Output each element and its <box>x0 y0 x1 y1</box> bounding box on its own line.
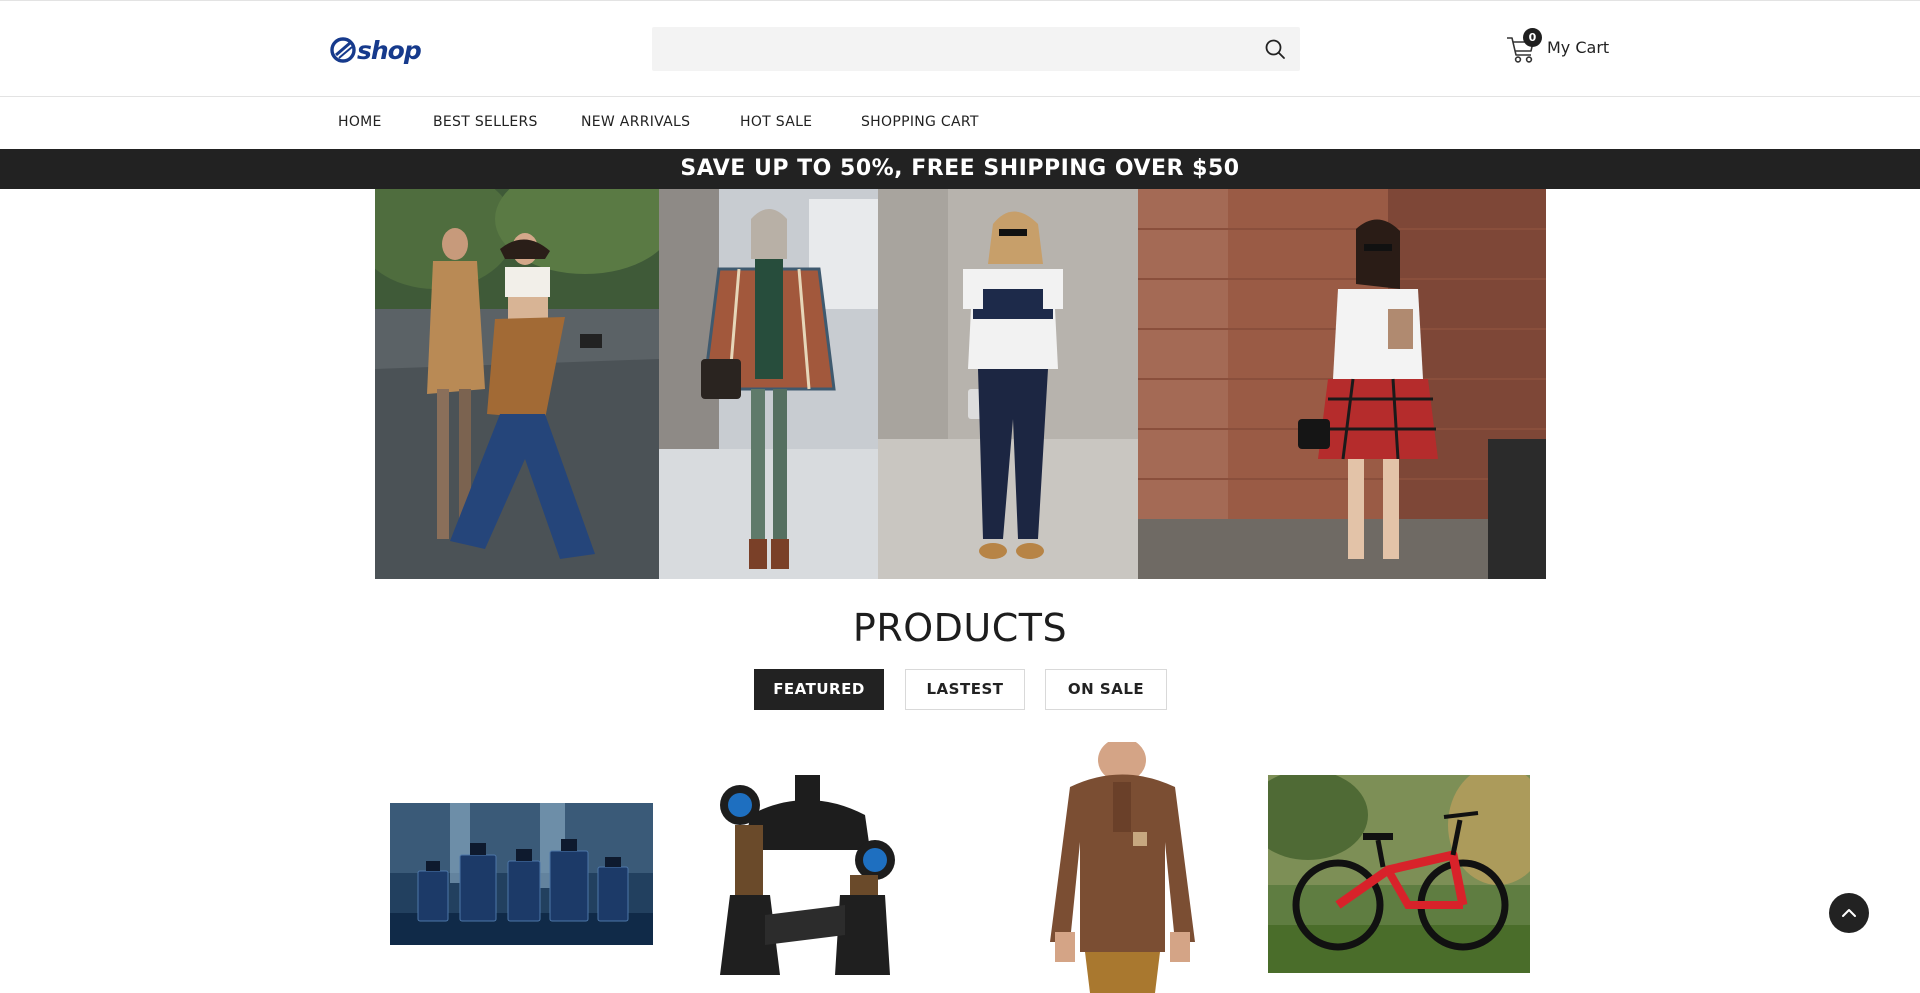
nav-item-home[interactable]: HOME <box>338 114 382 130</box>
product-image-perfume[interactable] <box>390 803 653 945</box>
products-section-title: PRODUCTS <box>852 606 1068 650</box>
logo-icon <box>330 37 356 63</box>
hero-image-striped-top <box>878 189 1138 579</box>
tab-featured[interactable]: FEATURED <box>754 669 884 710</box>
nav-item-best-sellers[interactable]: BEST SELLERS <box>433 114 538 130</box>
cart-icon-wrap: 0 <box>1505 28 1542 64</box>
cart-label: My Cart <box>1547 37 1610 57</box>
product-image-mountain-bike[interactable] <box>1268 775 1530 973</box>
logo[interactable]: shop <box>330 35 422 65</box>
search-icon <box>1265 39 1285 59</box>
tab-lastest[interactable]: LASTEST <box>905 669 1025 710</box>
nav-item-new-arrivals[interactable]: NEW ARRIVALS <box>581 114 690 130</box>
promo-banner: SAVE UP TO 50%, FREE SHIPPING OVER $50 <box>0 149 1920 189</box>
product-image-brown-sweater[interactable] <box>1025 742 1220 993</box>
tab-on-sale[interactable]: ON SALE <box>1045 669 1167 710</box>
chevron-up-icon <box>1842 909 1856 917</box>
back-to-top-button[interactable] <box>1829 893 1869 933</box>
cart-count-badge: 0 <box>1523 28 1542 47</box>
hero-image-plaid-poncho <box>659 189 878 579</box>
logo-text: shop <box>357 35 422 65</box>
search-input[interactable] <box>652 27 1252 71</box>
cart-button[interactable]: 0 My Cart <box>1505 28 1610 65</box>
hero-image-street-duo <box>375 189 659 579</box>
hero-image-brick-wall <box>1138 189 1546 579</box>
nav-item-hot-sale[interactable]: HOT SALE <box>740 114 812 130</box>
hero-banner[interactable] <box>375 189 1546 579</box>
search-bar <box>652 27 1300 71</box>
site-header: shop 0 My Cart <box>0 0 1920 97</box>
main-nav: HOME BEST SELLERS NEW ARRIVALS HOT SALE … <box>0 97 1920 149</box>
search-button[interactable] <box>1264 38 1286 60</box>
product-image-suspension-fork[interactable] <box>710 775 905 975</box>
nav-item-shopping-cart[interactable]: SHOPPING CART <box>861 114 979 130</box>
